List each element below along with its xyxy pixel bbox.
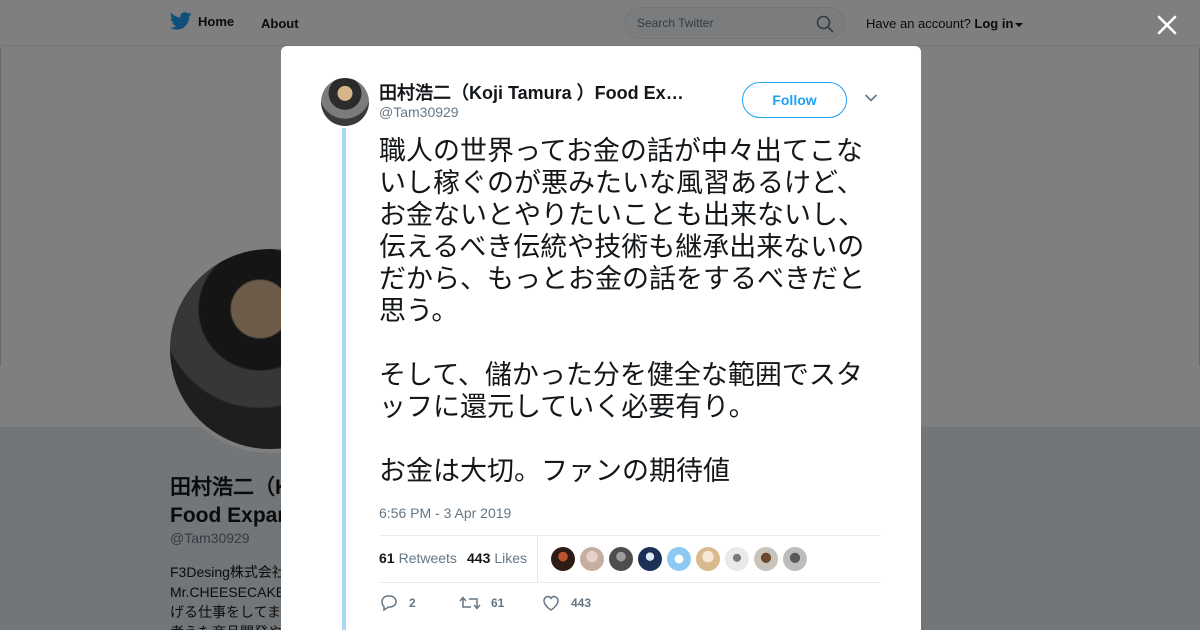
liker-avatar[interactable]: [551, 547, 575, 571]
tweet-modal: 田村浩二（Koji Tamura ）Food Experiencer @Tam3…: [281, 46, 921, 630]
retweets-label: Retweets: [398, 550, 457, 566]
reply-icon: [381, 595, 397, 612]
thread-line: [342, 128, 346, 630]
liker-avatar[interactable]: [638, 547, 662, 571]
stats-divider: [537, 536, 538, 583]
author-handle[interactable]: @Tam30929: [379, 104, 459, 120]
retweet-action-count: 61: [491, 596, 505, 610]
liker-avatar[interactable]: [783, 547, 807, 571]
reply-button[interactable]: 2: [379, 594, 416, 612]
liker-avatar[interactable]: [580, 547, 604, 571]
close-icon[interactable]: [1152, 10, 1182, 40]
tweet-text: 職人の世界ってお金の話が中々出てこないし稼ぐのが悪みたいな風習あるけど、お金ない…: [379, 136, 865, 487]
likes-label: Likes: [494, 550, 528, 566]
liker-avatar[interactable]: [754, 547, 778, 571]
retweets-count: 61: [379, 550, 395, 566]
tweet-timestamp[interactable]: 6:56 PM - 3 Apr 2019: [379, 505, 511, 521]
liker-avatar[interactable]: [696, 547, 720, 571]
author-avatar[interactable]: [321, 78, 369, 126]
chevron-down-icon[interactable]: [864, 93, 878, 103]
likes-count: 443: [467, 550, 491, 566]
author-name[interactable]: 田村浩二（Koji Tamura ）Food Experiencer: [379, 79, 689, 105]
follow-button[interactable]: Follow: [742, 82, 847, 118]
retweet-icon: [459, 596, 481, 610]
liker-avatars: [551, 547, 812, 571]
liker-avatar[interactable]: [667, 547, 691, 571]
tweet-stats: 61 Retweets 443 Likes: [379, 535, 881, 583]
retweet-button[interactable]: 61: [459, 594, 504, 612]
liker-avatar[interactable]: [725, 547, 749, 571]
reply-count: 2: [409, 596, 416, 610]
liker-avatar[interactable]: [609, 547, 633, 571]
likes-stat[interactable]: 443 Likes: [467, 550, 527, 566]
heart-icon: [543, 595, 559, 611]
like-action-count: 443: [571, 596, 592, 610]
like-button[interactable]: 443: [541, 594, 591, 612]
retweets-stat[interactable]: 61 Retweets: [379, 550, 457, 566]
